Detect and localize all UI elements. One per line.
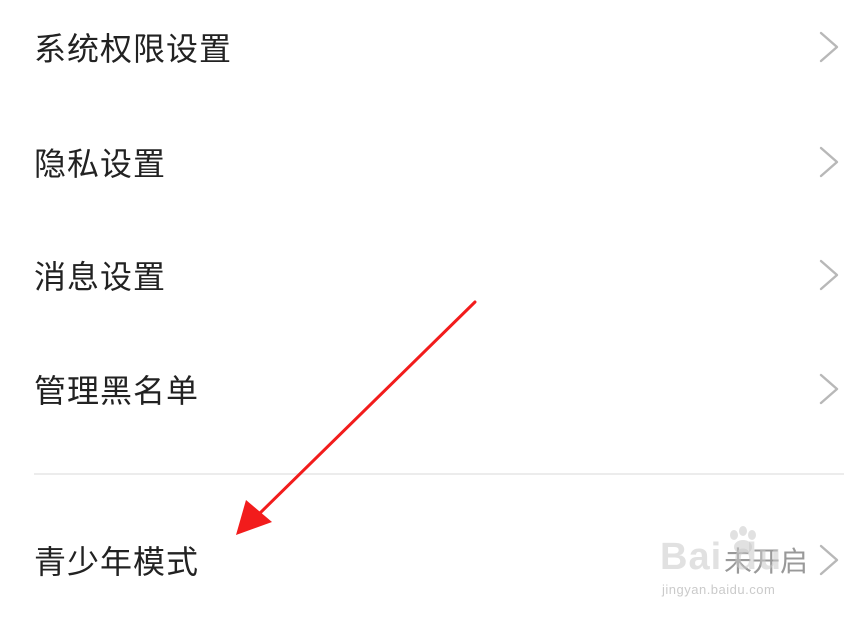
settings-item-system-permissions[interactable]: 系统权限设置 bbox=[0, 0, 862, 102]
settings-list: 系统权限设置 隐私设置 消息设置 管理黑名单 青少年模式 未开启 bbox=[0, 0, 862, 619]
settings-item-youth-mode[interactable]: 青少年模式 未开启 bbox=[0, 505, 862, 615]
settings-item-messages[interactable]: 消息设置 bbox=[0, 220, 862, 330]
chevron-right-icon bbox=[818, 258, 840, 292]
settings-item-label: 青少年模式 bbox=[34, 543, 200, 581]
settings-item-blacklist[interactable]: 管理黑名单 bbox=[0, 334, 862, 444]
settings-item-label: 消息设置 bbox=[34, 258, 167, 296]
chevron-right-icon bbox=[818, 145, 840, 179]
youth-mode-status: 未开启 bbox=[723, 545, 808, 578]
section-divider bbox=[34, 473, 844, 475]
settings-item-label: 系统权限设置 bbox=[34, 30, 233, 68]
chevron-right-icon bbox=[818, 30, 840, 64]
chevron-right-icon bbox=[818, 372, 840, 406]
settings-item-privacy[interactable]: 隐私设置 bbox=[0, 107, 862, 217]
settings-item-label: 管理黑名单 bbox=[34, 372, 200, 410]
settings-item-label: 隐私设置 bbox=[34, 145, 167, 183]
chevron-right-icon bbox=[818, 543, 840, 577]
